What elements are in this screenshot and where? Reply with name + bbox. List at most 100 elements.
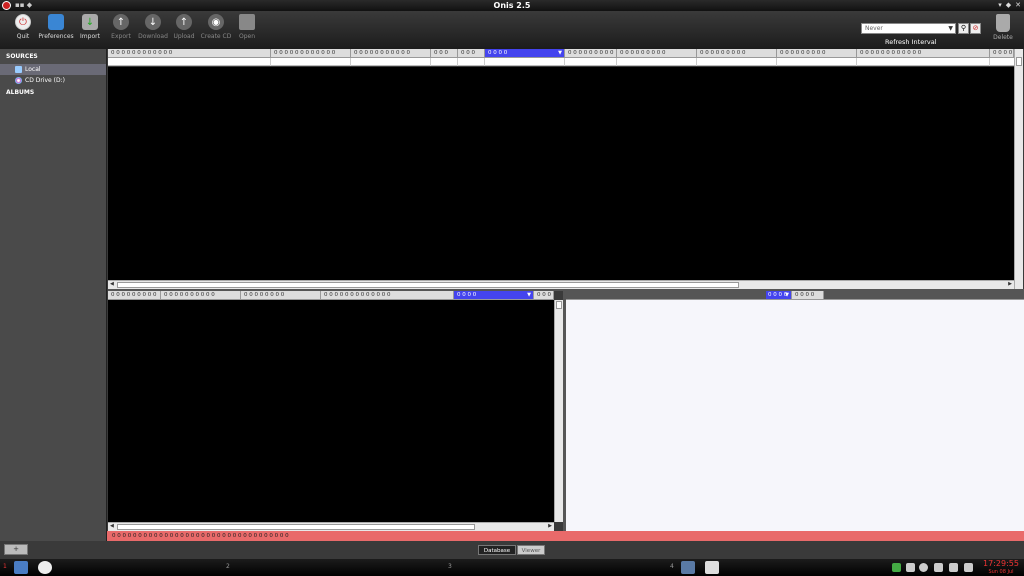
workspace-4[interactable]: 4 — [670, 563, 674, 570]
albums-heading: ALBUMS — [6, 89, 35, 96]
scrollbar-thumb[interactable] — [556, 301, 562, 309]
filter-cell[interactable] — [458, 58, 485, 66]
column-header[interactable]: 0 0 0 0 0 0 0 0 0 0 0 0 — [108, 49, 271, 57]
window-task-icon[interactable] — [681, 561, 695, 574]
column-header[interactable]: 0 0 0 — [431, 49, 458, 57]
cd-icon: ◉ — [208, 14, 224, 30]
play-icon[interactable] — [892, 563, 901, 572]
workspace-3[interactable]: 3 — [448, 563, 452, 570]
trash-icon — [996, 14, 1010, 32]
minimize-button[interactable]: ▾ — [998, 0, 1002, 11]
top-grid-filter-row — [108, 58, 1014, 66]
maximize-button[interactable]: ◆ — [1006, 0, 1011, 11]
column-header[interactable]: 0 0 0 0 0 0 0 0 0 0 0 — [351, 49, 431, 57]
shield-icon[interactable] — [705, 561, 719, 574]
filter-cell[interactable] — [485, 58, 565, 66]
sources-heading: SOURCES — [6, 53, 38, 60]
workspace-1[interactable]: 1 — [3, 563, 7, 570]
series-grid-body[interactable] — [108, 300, 554, 522]
sidebar-item-cd-drive[interactable]: CD Drive (D:) — [0, 75, 106, 86]
filter-cell[interactable] — [777, 58, 857, 66]
cancel-refresh-button[interactable]: ⊘ — [970, 23, 981, 34]
image-preview-area[interactable] — [566, 300, 1024, 531]
column-header[interactable]: 0 0 0 0 0 0 0 0 0 — [565, 49, 617, 57]
scroll-left-icon[interactable]: ◀ — [110, 523, 114, 530]
filter-cell[interactable] — [565, 58, 617, 66]
scrollbar-thumb[interactable] — [117, 282, 739, 288]
power-icon: ⏻ — [15, 14, 31, 30]
column-header[interactable]: 0 0 0 0 0 0 0 0 0 0 — [161, 291, 241, 299]
filter-cell[interactable] — [617, 58, 697, 66]
tab-database[interactable]: Database — [478, 545, 516, 555]
filter-cell[interactable] — [108, 58, 271, 66]
home-icon[interactable] — [14, 561, 28, 574]
image-grid-header: 0 0 0 0 0 0 0 0 — [566, 291, 1024, 300]
series-grid-vertical-scrollbar[interactable] — [554, 300, 563, 522]
column-header[interactable]: 0 0 0 0 0 0 0 0 0 — [617, 49, 697, 57]
clock-time: 17:29:55 — [983, 559, 1019, 568]
toolbar: ⏻ Quit Preferences ↓ Import ↑ Export ↓ D… — [0, 11, 1024, 49]
filter-cell[interactable] — [857, 58, 990, 66]
download-icon: ↓ — [145, 14, 161, 30]
printer-icon[interactable] — [934, 563, 943, 572]
column-header[interactable]: 0 0 0 0 0 0 0 0 0 — [108, 291, 161, 299]
column-header[interactable]: 0 0 0 — [458, 49, 485, 57]
onis-window: ▪▪ ◆ Onis 2.5 ▾ ◆ ✕ ⏻ Quit Preferences ↓… — [0, 0, 1024, 576]
column-header-sorted[interactable]: 0 0 0 0 — [454, 291, 534, 299]
column-header[interactable]: 0 0 0 0 — [990, 49, 1014, 57]
close-button[interactable]: ✕ — [1015, 0, 1021, 11]
column-header[interactable]: 0 0 0 0 0 0 0 0 — [241, 291, 321, 299]
column-header[interactable]: 0 0 0 0 — [792, 291, 824, 299]
top-grid-body[interactable] — [108, 67, 1014, 280]
search-icon: ⚲ — [960, 24, 967, 32]
filter-cell[interactable] — [271, 58, 351, 66]
filter-cell[interactable] — [697, 58, 777, 66]
sidebar: SOURCES Local CD Drive (D:) ALBUMS — [0, 49, 107, 541]
battery-icon[interactable] — [906, 563, 915, 572]
scrollbar-thumb[interactable] — [117, 524, 475, 530]
scroll-right-icon[interactable]: ▶ — [548, 523, 552, 530]
os-taskbar: 1 2 3 4 17:29:55 Sun 08 Jul — [0, 559, 1024, 576]
search-button[interactable]: ⚲ — [958, 23, 969, 34]
column-header[interactable]: 0 0 0 0 0 0 0 0 0 0 0 0 — [857, 49, 990, 57]
stop-icon: ⊘ — [972, 24, 979, 32]
column-header[interactable]: 0 0 0 0 0 0 0 0 0 0 0 0 — [271, 49, 351, 57]
column-header-sorted[interactable]: 0 0 0 0 — [766, 291, 792, 299]
column-header[interactable]: 0 0 0 0 0 0 0 0 0 — [697, 49, 777, 57]
refresh-interval-label: Refresh Interval — [885, 38, 937, 46]
title-bar: ▪▪ ◆ Onis 2.5 ▾ ◆ ✕ — [0, 0, 1024, 11]
clock-date: Sun 08 Jul — [988, 569, 1014, 575]
local-folder-icon — [15, 66, 22, 73]
clock[interactable]: 17:29:55 Sun 08 Jul — [979, 559, 1023, 575]
filter-cell[interactable] — [431, 58, 458, 66]
workspace-2[interactable]: 2 — [226, 563, 230, 570]
column-header[interactable]: 0 0 0 0 0 0 0 0 0 0 0 0 0 — [321, 291, 454, 299]
top-grid-horizontal-scrollbar[interactable]: ◀ ▶ — [108, 280, 1014, 289]
filter-cell[interactable] — [351, 58, 431, 66]
network-icon[interactable] — [919, 563, 928, 572]
column-header[interactable]: 0 0 0 0 0 0 0 0 0 — [777, 49, 857, 57]
volume-icon[interactable] — [949, 563, 958, 572]
refresh-interval-select[interactable]: Never ▼ — [861, 23, 956, 34]
chevron-down-icon: ▼ — [948, 25, 953, 32]
column-header-sorted[interactable]: 0 0 0 0 — [485, 49, 565, 57]
add-album-button[interactable]: + — [4, 544, 28, 555]
preferences-icon — [48, 14, 64, 30]
series-grid-horizontal-scrollbar[interactable]: ◀ ▶ — [108, 522, 554, 531]
cd-drive-icon — [15, 77, 22, 84]
scrollbar-thumb[interactable] — [1016, 57, 1022, 66]
scroll-right-icon[interactable]: ▶ — [1008, 281, 1012, 288]
status-bar: 0 0 0 0 0 0 0 0 0 0 0 0 0 0 0 0 0 0 0 0 … — [107, 531, 1024, 541]
open-button[interactable]: Open — [227, 14, 267, 40]
onis-task-icon[interactable] — [38, 561, 52, 574]
bottom-bar: + Database Viewer — [0, 541, 1024, 559]
upload-icon: ↑ — [176, 14, 192, 30]
top-grid-vertical-scrollbar[interactable] — [1014, 49, 1023, 289]
tab-viewer[interactable]: Viewer — [517, 545, 545, 555]
scroll-left-icon[interactable]: ◀ — [110, 281, 114, 288]
top-grid-header: 0 0 0 0 0 0 0 0 0 0 0 0 0 0 0 0 0 0 0 0 … — [108, 49, 1014, 58]
sidebar-item-local[interactable]: Local — [0, 64, 106, 75]
wifi-icon[interactable] — [964, 563, 973, 572]
delete-button[interactable]: Delete — [988, 14, 1018, 41]
column-header[interactable]: 0 0 0 — [534, 291, 554, 299]
